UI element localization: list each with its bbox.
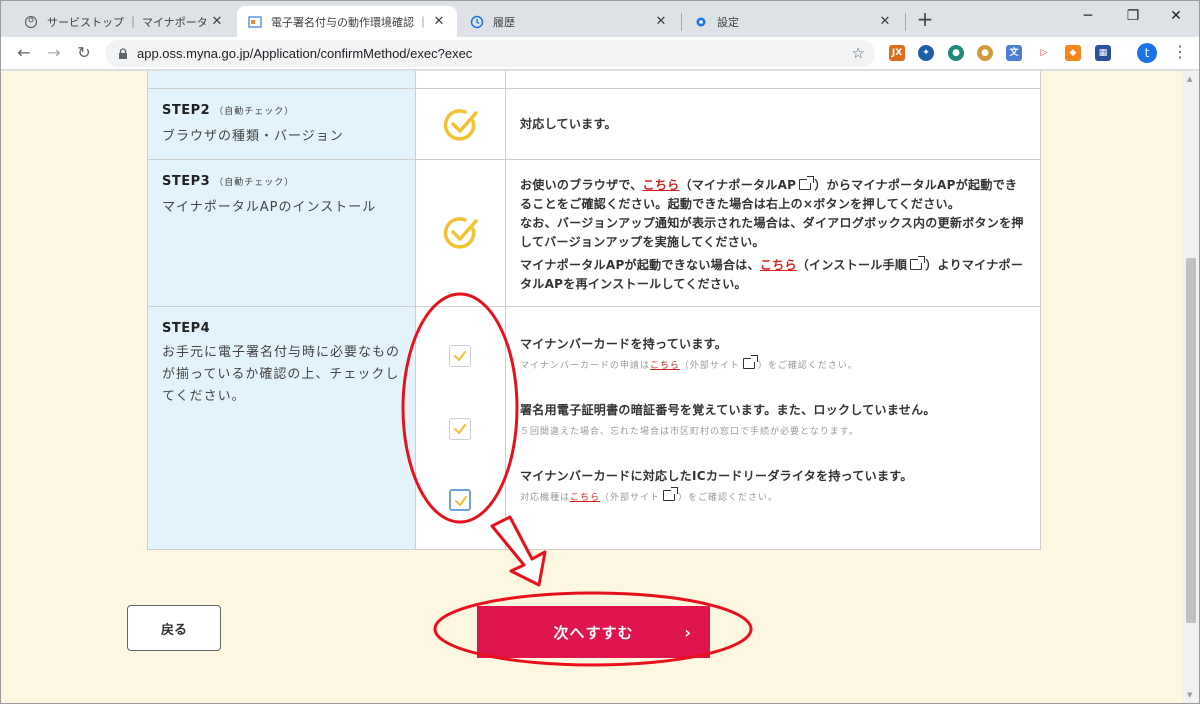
- browser-window: サービストップ ｜ マイナポータル ✕ 電子署名付与の動作環境確認 ｜ マ ✕ …: [0, 0, 1200, 704]
- step2-status: [416, 89, 506, 159]
- external-link-icon: [663, 487, 679, 501]
- card-application-link[interactable]: こちら: [650, 361, 680, 371]
- version-up-note: なお、バージョンアップ通知が表示された場合は、ダイアログボックス内の更新ボタンを…: [520, 216, 1024, 249]
- checkbox-pin-remembered[interactable]: [449, 418, 471, 440]
- extension-circle-icon[interactable]: ●: [948, 45, 964, 61]
- close-tab-icon[interactable]: ✕: [431, 14, 447, 29]
- history-icon: [469, 14, 485, 30]
- ap-launch-link[interactable]: こちら: [643, 178, 680, 192]
- tab-environment-check[interactable]: 電子署名付与の動作環境確認 ｜ マ ✕: [237, 6, 457, 37]
- step4-row: STEP4 お手元に電子署名付与時に必要なものが揃っているか確認の上、チェックし…: [148, 306, 1040, 549]
- step2-description: 対応しています。: [520, 116, 617, 131]
- step-number: STEP2: [162, 103, 211, 118]
- page-icon: [247, 14, 263, 30]
- close-tab-icon[interactable]: ✕: [653, 14, 669, 29]
- tab-separator: [905, 13, 906, 31]
- browser-toolbar: ← → ↻ app.oss.myna.go.jp/Application/con…: [1, 37, 1199, 70]
- hand-icon: [23, 14, 39, 30]
- external-link-icon: [799, 176, 815, 190]
- gear-icon: [693, 14, 709, 30]
- url-text: app.oss.myna.go.jp/Application/confirmMe…: [137, 46, 473, 61]
- step2-row: STEP2 （自動チェック） ブラウザの種類・バージョン 対応しています。: [148, 88, 1040, 159]
- tab-strip: サービストップ ｜ マイナポータル ✕ 電子署名付与の動作環境確認 ｜ マ ✕ …: [1, 1, 1199, 37]
- install-guide-link[interactable]: こちら: [760, 258, 797, 272]
- back-button[interactable]: 戻る: [127, 605, 221, 651]
- extension-play-icon[interactable]: ▷: [1036, 45, 1052, 61]
- supported-readers-link[interactable]: こちら: [570, 493, 600, 503]
- profile-avatar[interactable]: t: [1137, 43, 1157, 63]
- reload-icon[interactable]: ↻: [73, 42, 95, 64]
- step-subtitle: お手元に電子署名付与時に必要なものが揃っているか確認の上、チェックしてください。: [162, 345, 401, 404]
- extension-translate-icon[interactable]: 文: [1006, 45, 1022, 61]
- extension-globe-icon[interactable]: ✦: [918, 45, 934, 61]
- address-bar[interactable]: app.oss.myna.go.jp/Application/confirmMe…: [105, 40, 875, 67]
- check-circle-icon: [443, 109, 478, 141]
- scroll-up-icon[interactable]: ▲: [1187, 75, 1192, 83]
- step-number: STEP3: [162, 174, 211, 189]
- chevron-right-icon: ›: [684, 622, 692, 642]
- lock-icon: [119, 47, 127, 59]
- next-button-label: 次へすすむ: [553, 623, 634, 642]
- check-circle-icon: [443, 217, 478, 249]
- step-number: STEP4: [162, 321, 211, 336]
- vertical-scrollbar[interactable]: ▲ ▼: [1183, 71, 1199, 703]
- step3-label: STEP3 （自動チェック） マイナポータルAPのインストール: [148, 160, 416, 306]
- page-viewport: STEP2 （自動チェック） ブラウザの種類・バージョン 対応しています。 STE…: [1, 71, 1183, 703]
- extension-jx-icon[interactable]: JX: [889, 45, 905, 61]
- tab-title: サービストップ ｜ マイナポータル: [47, 15, 209, 29]
- step-subtitle: マイナポータルAPのインストール: [162, 200, 377, 215]
- tab-title: 電子署名付与の動作環境確認 ｜ マ: [271, 15, 431, 29]
- step4-checkboxes: [416, 307, 506, 549]
- tab-title: 設定: [717, 15, 739, 29]
- tab-service-top[interactable]: サービストップ ｜ マイナポータル ✕: [13, 6, 235, 37]
- back-arrow-icon[interactable]: ←: [13, 42, 35, 64]
- extension-puzzle-icon[interactable]: ▦: [1095, 45, 1111, 61]
- tab-settings[interactable]: 設定 ✕: [683, 6, 903, 37]
- checkmark-icon: [455, 496, 467, 506]
- restore-button[interactable]: ❐: [1118, 8, 1148, 24]
- list-item: マイナンバーカードを持っています。 マイナンバーカードの申請はこちら（外部サイト…: [520, 337, 858, 371]
- kebab-menu-icon[interactable]: ⋮: [1172, 42, 1188, 61]
- forward-arrow-icon[interactable]: →: [43, 42, 65, 64]
- step3-row: STEP3 （自動チェック） マイナポータルAPのインストール お使いのブラウザで…: [148, 159, 1040, 306]
- table-row: [148, 71, 1040, 88]
- tab-separator: [681, 13, 682, 31]
- checkmark-icon: [454, 351, 466, 361]
- auto-check-tag: （自動チェック）: [214, 178, 295, 188]
- list-item: マイナンバーカードに対応したICカードリーダライタを持っています。 対応機種はこ…: [520, 469, 913, 503]
- list-item: 署名用電子証明書の暗証番号を覚えています。また、ロックしていません。 ５回間違え…: [520, 403, 936, 437]
- checkbox-mynumber-card[interactable]: [449, 345, 471, 367]
- external-link-icon: [742, 355, 758, 369]
- close-window-button[interactable]: ✕: [1161, 8, 1191, 24]
- next-button[interactable]: 次へすすむ ›: [477, 606, 710, 658]
- steps-table: STEP2 （自動チェック） ブラウザの種類・バージョン 対応しています。 STE…: [147, 71, 1041, 550]
- step3-status: [416, 160, 506, 306]
- checkbox-card-reader[interactable]: [449, 489, 471, 511]
- scroll-down-icon[interactable]: ▼: [1187, 691, 1192, 699]
- minimize-button[interactable]: ─: [1073, 8, 1103, 24]
- close-tab-icon[interactable]: ✕: [877, 14, 893, 29]
- auto-check-tag: （自動チェック）: [214, 107, 295, 117]
- tab-title: 履歴: [493, 15, 515, 29]
- new-tab-button[interactable]: +: [915, 9, 935, 30]
- step2-label: STEP2 （自動チェック） ブラウザの種類・バージョン: [148, 89, 416, 159]
- step4-description: マイナンバーカードを持っています。 マイナンバーカードの申請はこちら（外部サイト…: [506, 307, 1040, 549]
- checkmark-icon: [454, 424, 466, 434]
- step3-description: お使いのブラウザで、こちら（マイナポータルAP ）からマイナポータルAPが起動でき…: [506, 160, 1040, 306]
- step-subtitle: ブラウザの種類・バージョン: [162, 129, 344, 144]
- bookmark-star-icon[interactable]: ☆: [852, 44, 865, 62]
- scrollbar-thumb[interactable]: [1186, 258, 1196, 623]
- close-tab-icon[interactable]: ✕: [209, 14, 225, 29]
- external-link-icon: [910, 256, 926, 270]
- tab-history[interactable]: 履歴 ✕: [459, 6, 679, 37]
- step4-label: STEP4 お手元に電子署名付与時に必要なものが揃っているか確認の上、チェックし…: [148, 307, 416, 549]
- extension-cookie-icon[interactable]: ●: [977, 45, 993, 61]
- extension-fox-icon[interactable]: ◆: [1065, 45, 1081, 61]
